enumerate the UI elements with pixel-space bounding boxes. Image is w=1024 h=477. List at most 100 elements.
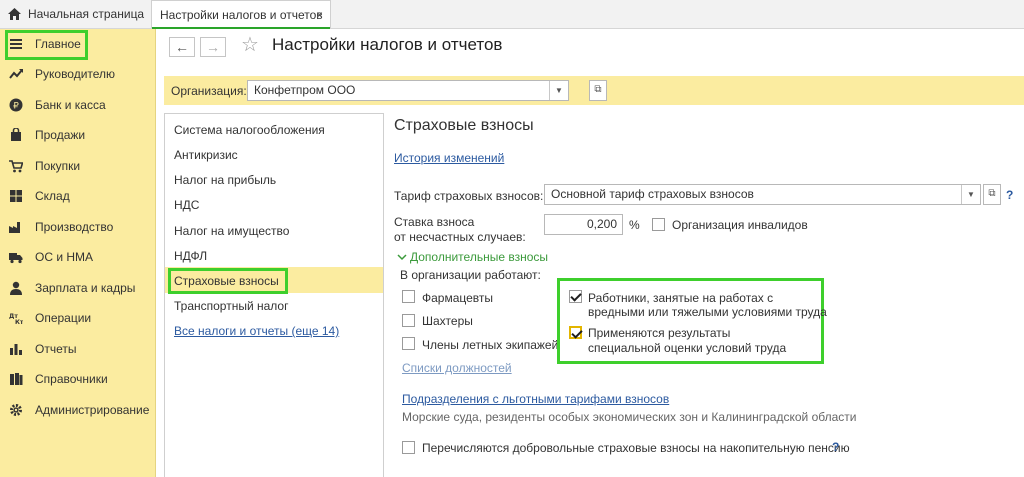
tab-tax-settings[interactable]: Настройки налогов и отчетов × — [151, 0, 331, 29]
sidebar-item-production[interactable]: Производство — [0, 212, 155, 242]
chevron-down-icon[interactable] — [397, 253, 407, 261]
works-label: В организации работают: — [400, 268, 541, 282]
open-icon[interactable]: ⧉ — [983, 184, 1001, 205]
sidebar-item-label: Производство — [35, 220, 114, 234]
disabled-org-checkbox[interactable] — [652, 218, 665, 231]
rate-unit: % — [629, 218, 640, 232]
sidebar-item-bank[interactable]: ₽ Банк и касса — [0, 90, 155, 120]
sidebar-item-label: Продажи — [35, 128, 86, 142]
rate-input[interactable]: 0,200 — [544, 214, 623, 235]
open-icon[interactable]: ⧉ — [589, 80, 607, 101]
sidebar-item-director[interactable]: Руководителю — [0, 59, 155, 89]
trend-icon — [9, 69, 23, 79]
sidebar-item-label: Банк и касса — [35, 98, 106, 112]
back-button[interactable]: ← — [169, 37, 195, 57]
flight-crew-label: Члены летных экипажей — [422, 338, 559, 352]
close-icon[interactable]: × — [316, 1, 323, 29]
gear-icon — [10, 404, 22, 416]
tab-home[interactable]: Начальная страница — [0, 0, 148, 28]
sidebar-item-reports[interactable]: Отчеты — [0, 334, 155, 364]
bar-chart-icon — [10, 344, 22, 355]
subdivisions-link[interactable]: Подразделения с льготными тарифами взнос… — [402, 392, 669, 406]
sidebar-item-label: Операции — [35, 311, 92, 325]
truck-icon — [9, 253, 23, 264]
list-item[interactable]: Налог на прибыль — [174, 173, 276, 187]
organization-label: Организация: — [171, 84, 247, 98]
sidebar-item-catalogs[interactable]: Справочники — [0, 364, 155, 394]
factory-icon — [9, 222, 20, 233]
miners-label: Шахтеры — [422, 314, 473, 328]
history-link[interactable]: История изменений — [394, 151, 504, 165]
pharmacists-label: Фармацевты — [422, 291, 494, 305]
cart-icon — [9, 160, 23, 173]
miners-checkbox[interactable] — [402, 314, 415, 327]
sidebar-item-label: Справочники — [35, 372, 108, 386]
highlight-frame — [5, 30, 88, 60]
hazard-label-line1: Работники, занятые на работах с — [588, 291, 774, 305]
sidebar-item-operations[interactable]: Дт Кт Операции — [0, 303, 155, 333]
highlight-frame — [168, 268, 288, 294]
sidebar-item-label: Склад — [35, 189, 70, 203]
tariff-select[interactable]: Основной тариф страховых взносов ▼ — [544, 184, 981, 205]
svg-text:₽: ₽ — [13, 102, 19, 112]
help-icon[interactable]: ? — [832, 440, 839, 454]
sidebar-item-fixed-assets[interactable]: ОС и НМА — [0, 242, 155, 272]
list-item[interactable]: Система налогообложения — [174, 123, 325, 137]
ruble-coin-icon: ₽ — [9, 98, 23, 112]
organization-field[interactable]: Конфетпром ООО ▼ — [247, 80, 569, 101]
page-title: Настройки налогов и отчетов — [272, 35, 503, 54]
list-item[interactable]: Антикризис — [174, 148, 238, 162]
tab-home-label: Начальная страница — [28, 7, 145, 21]
disabled-org-label: Организация инвалидов — [672, 218, 808, 232]
list-item[interactable]: НДФЛ — [174, 249, 207, 263]
sidebar: Главное Руководителю ₽ Банк и касса Прод… — [0, 29, 156, 477]
hazard-label-line2: вредными или тяжелыми условиями труда — [588, 305, 827, 319]
sidebar-item-label: Руководителю — [35, 67, 116, 81]
sidebar-item-label: Отчеты — [35, 342, 77, 356]
flight-crew-checkbox[interactable] — [402, 337, 415, 350]
star-icon[interactable]: ☆ — [241, 32, 259, 57]
all-taxes-link[interactable]: Все налоги и отчеты (еще 14) — [174, 324, 339, 338]
positions-link[interactable]: Списки должностей — [402, 361, 512, 375]
sidebar-item-salary[interactable]: Зарплата и кадры — [0, 273, 155, 303]
tariff-value: Основной тариф страховых взносов — [551, 187, 754, 201]
chevron-down-icon[interactable]: ▼ — [961, 185, 980, 204]
list-item[interactable]: Транспортный налог — [174, 299, 289, 313]
help-icon[interactable]: ? — [1006, 188, 1013, 202]
assessment-label-line2: специальной оценки условий труда — [588, 341, 787, 355]
sidebar-item-purchases[interactable]: Покупки — [0, 151, 155, 181]
sidebar-item-label: ОС и НМА — [35, 250, 94, 264]
organization-value: Конфетпром ООО — [254, 83, 356, 97]
sidebar-item-warehouse[interactable]: Склад — [0, 181, 155, 211]
rate-label-line2: от несчастных случаев: — [394, 230, 526, 244]
subdivisions-description: Морские суда, резиденты особых экономиче… — [402, 410, 857, 424]
tab-tax-settings-label: Настройки налогов и отчетов — [160, 8, 323, 22]
assessment-label-line1: Применяются результаты — [588, 326, 731, 340]
section-heading: Страховые взносы — [394, 117, 534, 134]
sidebar-item-label: Зарплата и кадры — [35, 281, 136, 295]
pharmacists-checkbox[interactable] — [402, 290, 415, 303]
svg-text:Кт: Кт — [15, 319, 23, 325]
sidebar-item-admin[interactable]: Администрирование — [0, 395, 155, 425]
forward-button[interactable]: → — [200, 37, 226, 57]
hazard-conditions-checkbox[interactable] — [569, 290, 582, 303]
books-icon — [10, 373, 23, 385]
dt-kt-icon: ДтКт — [9, 313, 23, 325]
tariff-label: Тариф страховых взносов: — [394, 189, 544, 203]
voluntary-pension-label: Перечисляются добровольные страховые взн… — [422, 441, 850, 455]
sidebar-item-sales[interactable]: Продажи — [0, 120, 155, 150]
home-icon — [8, 8, 21, 20]
organization-bar: Организация: Конфетпром ООО ▼ ⧉ — [164, 76, 1024, 105]
assessment-checkbox[interactable] — [569, 326, 582, 339]
list-item[interactable]: Налог на имущество — [174, 224, 289, 238]
chevron-down-icon[interactable]: ▼ — [549, 81, 568, 100]
person-icon — [10, 281, 22, 295]
extra-contributions-toggle[interactable]: Дополнительные взносы — [410, 250, 548, 264]
sidebar-item-label: Администрирование — [35, 403, 150, 417]
sections-list: Система налогообложения Антикризис Налог… — [164, 113, 384, 477]
voluntary-pension-checkbox[interactable] — [402, 441, 415, 454]
list-item[interactable]: НДС — [174, 198, 199, 212]
shopping-bag-icon — [11, 128, 21, 141]
tabs-bar: Начальная страница Настройки налогов и о… — [0, 0, 1024, 29]
warehouse-grid-icon — [10, 190, 22, 202]
